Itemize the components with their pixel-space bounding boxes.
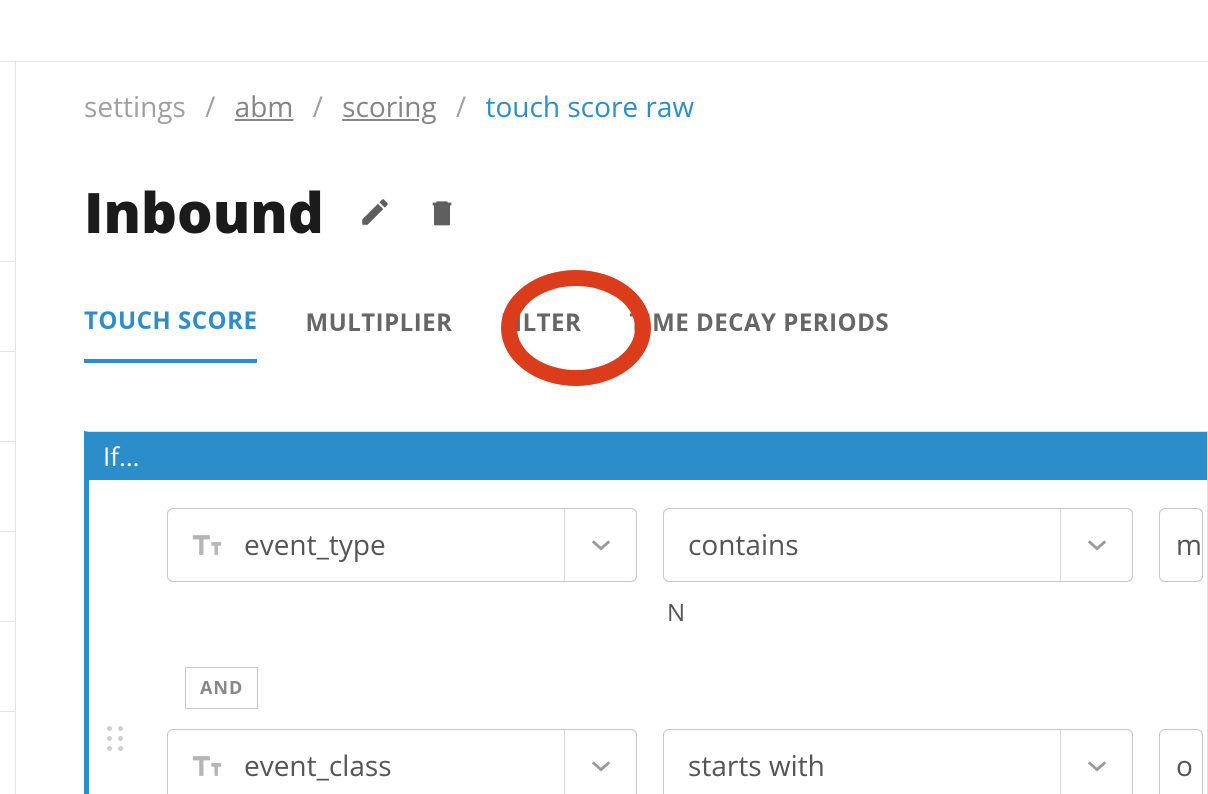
sidebar-item[interactable] [0, 262, 15, 352]
chevron-down-icon [564, 509, 636, 581]
breadcrumb-separator: / [456, 88, 466, 126]
chevron-down-icon [1060, 509, 1132, 581]
field-label: event_type [240, 526, 564, 564]
rule-header: If... [89, 432, 1207, 480]
rule-row: event_type contains m [167, 508, 1207, 582]
rule-row: event_class starts with o [167, 729, 1207, 794]
sidebar-item[interactable] [0, 622, 15, 712]
value-input[interactable]: o [1159, 729, 1203, 794]
tab-filter[interactable]: FILTER [500, 306, 581, 361]
operator-label: starts with [664, 747, 1060, 785]
sidebar [0, 62, 16, 794]
value-text: o [1176, 747, 1193, 785]
breadcrumb-separator: / [205, 88, 215, 126]
text-type-icon [190, 752, 224, 780]
tabs: TOUCH SCORE MULTIPLIER FILTER TIME DECAY… [84, 304, 1208, 363]
tab-touch-score[interactable]: TOUCH SCORE [84, 304, 257, 363]
operator-select[interactable]: contains [663, 508, 1133, 582]
breadcrumb-current: touch score raw [485, 88, 694, 126]
chevron-down-icon [1060, 730, 1132, 794]
page-title: Inbound [84, 174, 324, 250]
sidebar-item[interactable] [0, 532, 15, 622]
sidebar-item[interactable] [0, 172, 15, 262]
title-row: Inbound [84, 174, 1208, 250]
edit-button[interactable] [358, 195, 392, 229]
not-hint: N [667, 596, 1207, 629]
main-content: settings / abm / scoring / touch score r… [16, 62, 1208, 794]
tab-multiplier[interactable]: MULTIPLIER [305, 306, 452, 361]
tab-time-decay[interactable]: TIME DECAY PERIODS [629, 306, 889, 361]
drag-handle-icon[interactable] [107, 726, 124, 751]
sidebar-item[interactable] [0, 442, 15, 532]
delete-button[interactable] [426, 194, 458, 230]
sidebar-item[interactable] [0, 352, 15, 442]
breadcrumb-scoring[interactable]: scoring [342, 88, 437, 126]
field-label: event_class [240, 747, 564, 785]
field-select[interactable]: event_class [167, 729, 637, 794]
chevron-down-icon [564, 730, 636, 794]
value-text: m [1176, 526, 1202, 564]
top-bar [0, 0, 1208, 62]
trash-icon [426, 194, 458, 230]
breadcrumb-separator: / [313, 88, 323, 126]
pencil-icon [358, 195, 392, 229]
operator-label: contains [664, 526, 1060, 564]
and-operator[interactable]: AND [185, 667, 258, 709]
rule-panel: If... event_type contains [84, 431, 1208, 794]
rule-body: event_type contains m [89, 480, 1207, 794]
breadcrumb: settings / abm / scoring / touch score r… [84, 88, 1208, 126]
field-select[interactable]: event_type [167, 508, 637, 582]
breadcrumb-settings[interactable]: settings [84, 88, 186, 126]
breadcrumb-abm[interactable]: abm [235, 88, 294, 126]
value-input[interactable]: m [1159, 508, 1203, 582]
operator-select[interactable]: starts with [663, 729, 1133, 794]
text-type-icon [190, 531, 224, 559]
